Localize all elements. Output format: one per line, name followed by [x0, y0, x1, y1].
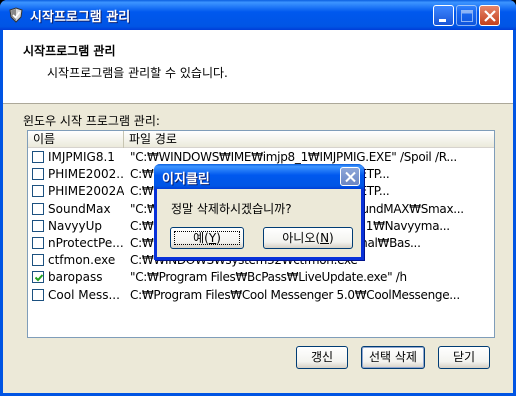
item-name: ctfmon.exe	[48, 253, 116, 268]
close-icon	[345, 171, 356, 183]
refresh-button[interactable]: 갱신	[296, 346, 348, 369]
focus-rectangle	[174, 231, 240, 245]
close-window-button[interactable]	[479, 5, 500, 26]
item-name: IMJPMIG8.1	[48, 150, 115, 164]
item-name: nProtectPe...	[48, 235, 124, 250]
item-checkbox[interactable]	[32, 185, 44, 198]
minimize-button[interactable]	[433, 5, 454, 26]
item-checkbox[interactable]	[32, 168, 44, 181]
list-item[interactable]: baropass "C:₩Program Files₩BcPass₩LiveUpd…	[28, 269, 494, 286]
list-header: 이름 파일 경로	[28, 131, 494, 148]
item-name: baropass	[48, 270, 103, 285]
dialog-title-bar[interactable]: 이지클린	[154, 164, 364, 189]
item-path: C:₩Program Files₩Cool Messenger 5.0₩Cool…	[130, 287, 460, 302]
item-checkbox[interactable]	[32, 202, 44, 215]
dialog-close-button[interactable]	[340, 167, 360, 186]
header-panel: 시작프로그램 관리 시작프로그램을 관리할 수 있습니다.	[3, 30, 513, 104]
item-name: SoundMax	[48, 201, 111, 216]
maximize-icon	[461, 10, 473, 22]
column-header-path[interactable]: 파일 경로	[124, 131, 494, 148]
item-name: NavyyUp	[48, 218, 103, 233]
shield-icon	[8, 7, 24, 23]
window-title: 시작프로그램 관리	[30, 10, 131, 25]
item-path: "C:₩WINDOWS₩IME₩imjp8_1₩IMJPMIG.EXE" /Sp…	[130, 150, 457, 164]
no-button[interactable]: 아니오(N)	[263, 227, 353, 249]
title-bar[interactable]: 시작프로그램 관리	[0, 0, 516, 30]
item-checkbox[interactable]	[32, 236, 44, 249]
item-name: PHIME2002...	[48, 167, 124, 182]
maximize-button[interactable]	[456, 5, 477, 26]
no-hotkey: N	[320, 231, 330, 245]
yes-button[interactable]: 예(Y)	[170, 227, 244, 249]
no-paren: )	[329, 231, 334, 245]
no-button-label: 아니오(	[282, 231, 321, 245]
checkmark-icon	[34, 274, 44, 282]
header-title: 시작프로그램 관리	[23, 44, 116, 58]
item-checkbox[interactable]	[32, 288, 44, 301]
item-checkbox[interactable]	[32, 254, 44, 267]
dialog-message: 정말 삭제하시겠습니까?	[171, 202, 292, 216]
delete-selected-button[interactable]: 선택 삭제	[361, 346, 425, 369]
minimize-icon	[439, 19, 446, 22]
item-name: PHIME2002A	[48, 184, 124, 199]
close-icon	[484, 10, 496, 22]
confirm-dialog: 이지클린 정말 삭제하시겠습니까? 예(Y) 아니오(N)	[154, 164, 364, 260]
item-path: "C:₩Program Files₩BcPass₩LiveUpdate.exe"…	[130, 270, 407, 285]
column-header-name[interactable]: 이름	[28, 131, 124, 148]
item-checkbox[interactable]	[32, 151, 44, 163]
list-label: 윈도우 시작 프로그램 관리:	[23, 114, 160, 128]
item-checkbox[interactable]	[32, 219, 44, 232]
dialog-title: 이지클린	[162, 172, 210, 187]
item-checkbox[interactable]	[32, 271, 44, 284]
header-description: 시작프로그램을 관리할 수 있습니다.	[47, 66, 228, 80]
list-item[interactable]: Cool Mess... C:₩Program Files₩Cool Messen…	[28, 287, 494, 304]
close-button[interactable]: 닫기	[438, 346, 490, 369]
item-name: Cool Mess...	[48, 287, 120, 302]
